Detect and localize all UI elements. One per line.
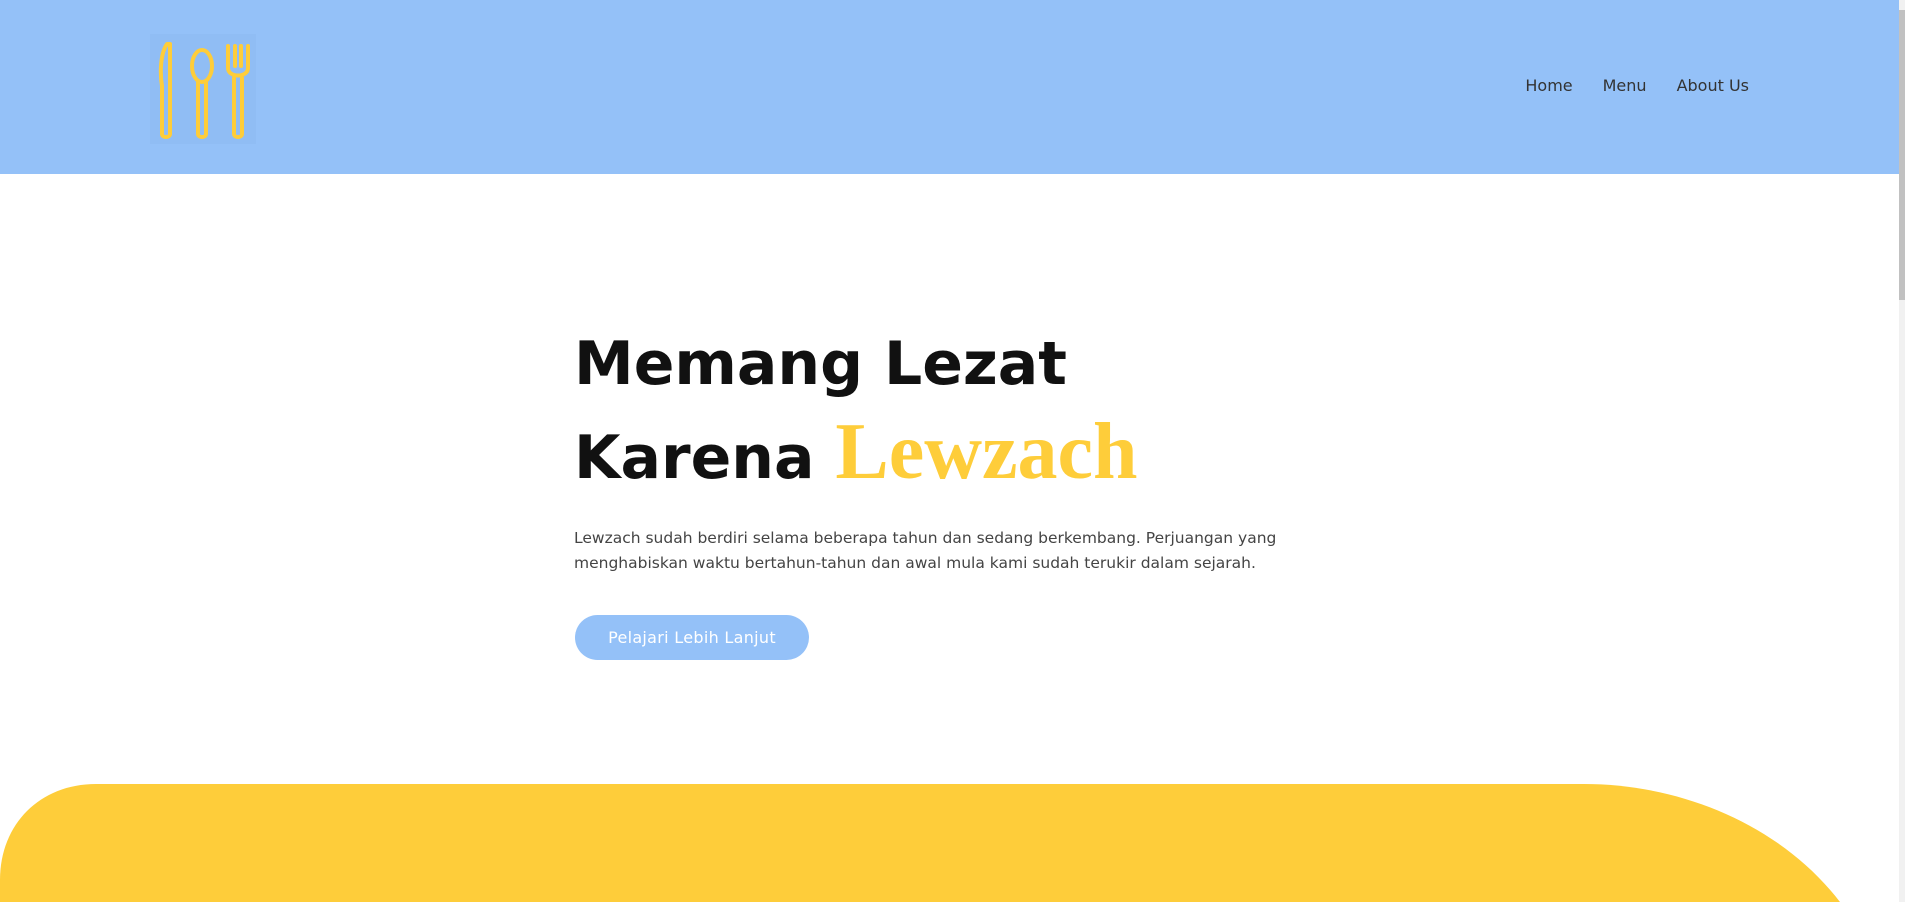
brand-name: Lewzach <box>835 408 1138 496</box>
scrollbar[interactable] <box>1899 0 1905 902</box>
nav-about-link[interactable]: About Us <box>1677 76 1749 96</box>
hero-title-line1: Memang Lezat <box>574 329 1067 399</box>
nav-menu-link[interactable]: Menu <box>1603 76 1647 96</box>
scrollbar-thumb[interactable] <box>1899 10 1905 300</box>
learn-more-button[interactable]: Pelajari Lebih Lanjut <box>575 615 809 660</box>
hero-description: Lewzach sudah berdiri selama beberapa ta… <box>574 529 1277 572</box>
site-header: Home Menu About Us <box>0 0 1899 174</box>
hero-title-prefix: Karena <box>574 423 836 493</box>
utensils-icon <box>158 42 250 139</box>
nav-home-link[interactable]: Home <box>1525 76 1572 96</box>
hero-section: Memang Lezat Karena Lewzach <box>574 326 1138 502</box>
hero-title-line2: Karena Lewzach <box>574 402 1138 502</box>
logo[interactable] <box>150 34 256 144</box>
main-nav: Home Menu About Us <box>1525 76 1749 96</box>
decorative-yellow-shape <box>0 784 1840 902</box>
